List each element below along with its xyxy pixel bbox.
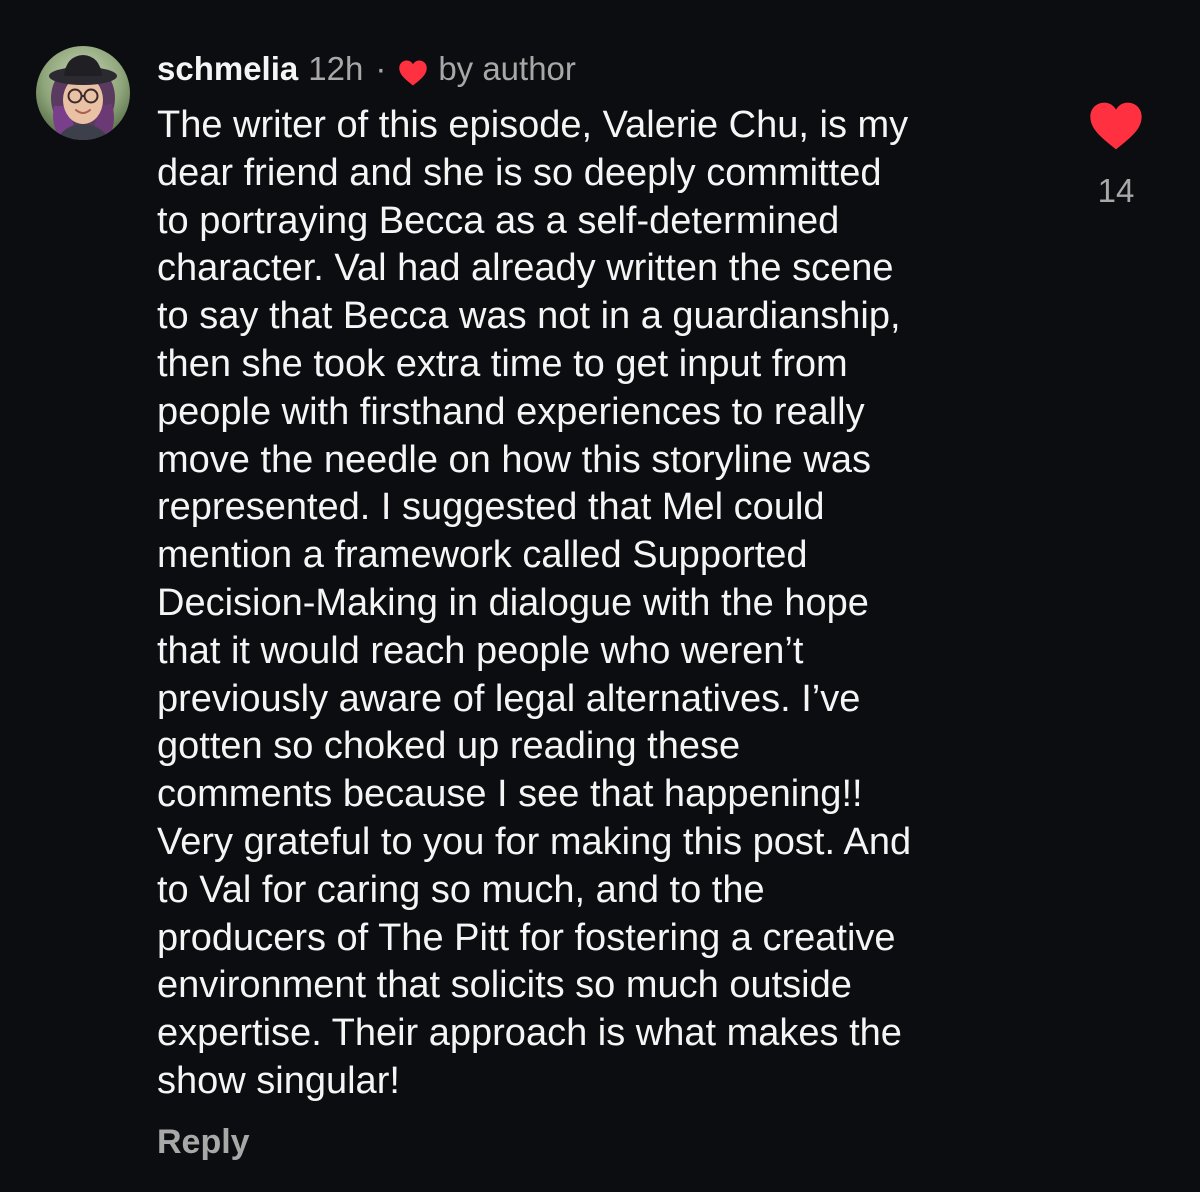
like-button[interactable] bbox=[1088, 100, 1144, 152]
comment-body-line: Decision-Making in dialogue with the hop… bbox=[157, 581, 869, 624]
comment-meta: schmelia 12h · by author bbox=[157, 48, 576, 90]
comment-body-line: gotten so choked up reading these bbox=[157, 725, 741, 768]
comment-body-line: environment that solicits so much outsid… bbox=[157, 964, 852, 1007]
reply-button[interactable]: Reply bbox=[157, 1120, 250, 1164]
comment-body-line: producers of The Pitt for fostering a cr… bbox=[157, 916, 896, 959]
comment-body-line: dear friend and she is so deeply committ… bbox=[157, 151, 882, 194]
comment-body-line: then she took extra time to get input fr… bbox=[157, 342, 848, 385]
comment-body-line: previously aware of legal alternatives. … bbox=[157, 677, 861, 720]
username[interactable]: schmelia bbox=[157, 48, 298, 90]
avatar-image bbox=[36, 46, 130, 140]
comment-body-line: expertise. Their approach is what makes … bbox=[157, 1012, 902, 1055]
meta-separator: · bbox=[375, 50, 387, 87]
comment-body: The writer of this episode, Valerie Chu,… bbox=[157, 102, 1047, 1106]
comment-body-line: that it would reach people who weren’t bbox=[157, 629, 804, 672]
comment-body-line: represented. I suggested that Mel could bbox=[157, 486, 825, 529]
comment-body-line: to Val for caring so much, and to the bbox=[157, 868, 765, 911]
liked-by-author-label: by author bbox=[438, 50, 576, 87]
comment-body-line: people with firsthand experiences to rea… bbox=[157, 390, 865, 433]
comment-body-line: to say that Becca was not in a guardians… bbox=[157, 295, 901, 338]
comment-body-line: to portraying Becca as a self-determined bbox=[157, 199, 840, 242]
comment-body-line: The writer of this episode, Valerie Chu,… bbox=[157, 104, 909, 146]
like-count: 14 bbox=[1097, 172, 1135, 209]
comment-body-line: mention a framework called Supported bbox=[157, 534, 808, 577]
heart-icon bbox=[1090, 102, 1142, 150]
heart-icon bbox=[398, 55, 428, 86]
comment-body-line: comments because I see that happening!! bbox=[157, 773, 863, 816]
avatar[interactable] bbox=[36, 46, 130, 140]
comment: schmelia 12h · by author The writer of t… bbox=[0, 0, 1200, 1192]
timestamp: 12h bbox=[308, 50, 364, 87]
comment-body-line: move the needle on how this storyline wa… bbox=[157, 438, 871, 481]
comment-body-line: show singular! bbox=[157, 1059, 400, 1102]
comment-body-line: character. Val had already written the s… bbox=[157, 247, 894, 290]
comment-body-line: Very grateful to you for making this pos… bbox=[157, 820, 912, 863]
